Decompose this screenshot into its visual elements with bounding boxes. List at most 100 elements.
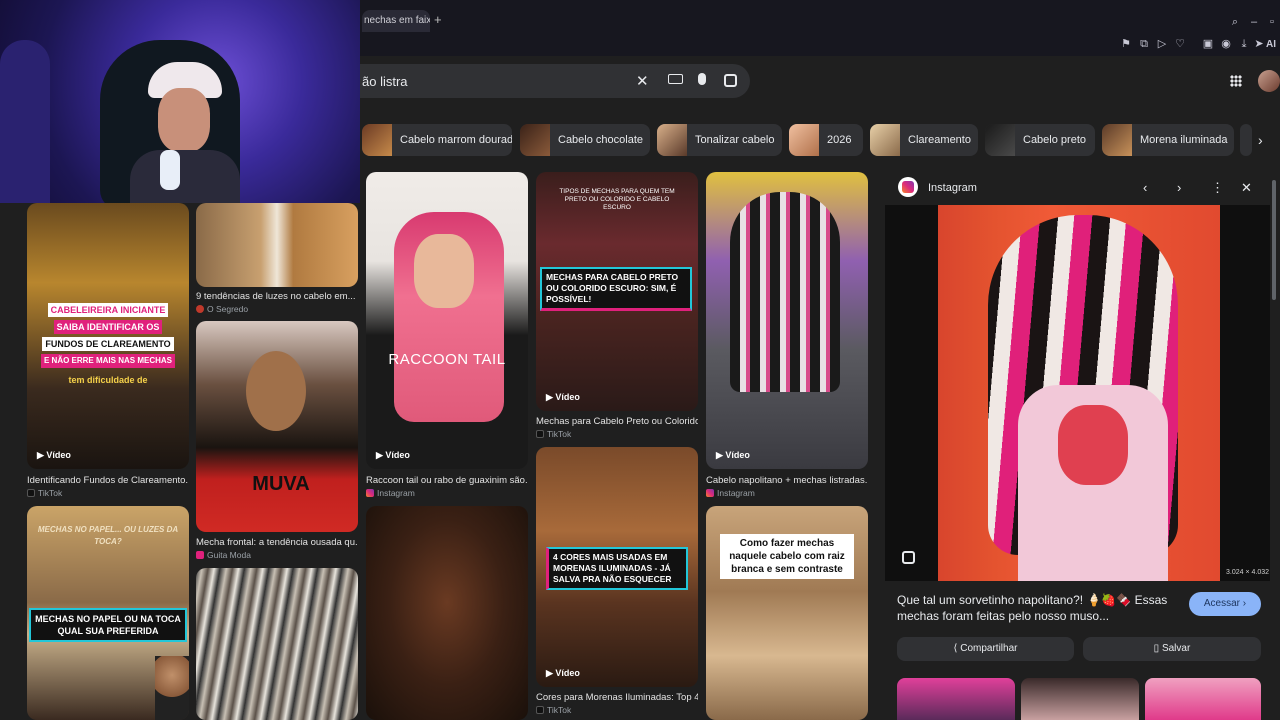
overlay-line: tem dificuldade de bbox=[68, 375, 148, 385]
result-image-cabelo-castanho[interactable] bbox=[366, 506, 528, 720]
chip-label: Morena iluminada bbox=[1140, 134, 1228, 146]
result-title[interactable]: Identificando Fundos de Clareamento... bbox=[27, 475, 189, 486]
main-image-napolitano-hair[interactable] bbox=[938, 205, 1220, 581]
heart-icon[interactable]: ♡ bbox=[1174, 38, 1186, 50]
account-avatar[interactable] bbox=[1258, 70, 1280, 92]
more-vert-icon[interactable]: ⋮ bbox=[1211, 180, 1224, 196]
result-image-raiz-branca[interactable]: Como fazer mechas naquele cabelo com rai… bbox=[706, 506, 868, 720]
related-image[interactable] bbox=[1021, 678, 1139, 720]
shirt-text: MUVA bbox=[252, 473, 310, 495]
overlay-line: RACCOON TAIL bbox=[388, 351, 506, 368]
chip-thumbnail bbox=[657, 124, 687, 156]
chip-tonalizar-cabelo[interactable]: Tonalizar cabelo bbox=[657, 124, 782, 156]
panel-scrollbar[interactable] bbox=[1272, 180, 1276, 300]
apps-grid-icon[interactable] bbox=[1230, 75, 1242, 87]
panel-source-name[interactable]: Instagram bbox=[928, 182, 977, 194]
result-title[interactable]: Raccoon tail ou rabo de guaxinim são... bbox=[366, 475, 528, 486]
result-source: O Segredo bbox=[196, 304, 248, 314]
tiktok-icon bbox=[536, 706, 544, 714]
chip-label: Clareamento bbox=[908, 134, 971, 146]
play-icon[interactable]: ▷ bbox=[1156, 38, 1168, 50]
video-badge: ▶ Vídeo bbox=[37, 450, 71, 460]
new-tab-button[interactable]: + bbox=[434, 12, 442, 27]
chip-cabelo-marrom-dourado[interactable]: Cabelo marrom dourado bbox=[362, 124, 512, 156]
result-title[interactable]: Cabelo napolitano + mechas listradas... bbox=[706, 475, 868, 486]
tiktok-icon bbox=[536, 430, 544, 438]
result-image-mecha-frontal[interactable]: MUVA bbox=[196, 321, 358, 532]
lens-icon[interactable] bbox=[724, 74, 737, 87]
chevron-right-icon[interactable]: › bbox=[1177, 180, 1181, 195]
chip-label: Cabelo preto bbox=[1023, 134, 1086, 146]
chip-2026[interactable]: 2026 bbox=[789, 124, 863, 156]
keyboard-icon[interactable] bbox=[668, 74, 683, 84]
result-image-clareamento[interactable]: CABELEIREIRA INICIANTE SAIBA IDENTIFICAR… bbox=[27, 203, 189, 469]
chip-clareamento[interactable]: Clareamento bbox=[870, 124, 978, 156]
chip-thumbnail bbox=[362, 124, 392, 156]
send-icon[interactable]: ➤ bbox=[1253, 38, 1265, 50]
download-icon[interactable]: ⤓ bbox=[1238, 38, 1250, 50]
chip-cabelo-chocolate[interactable]: Cabelo chocolate bbox=[520, 124, 650, 156]
instagram-icon bbox=[706, 489, 714, 497]
minimize-icon[interactable]: – bbox=[1248, 16, 1260, 28]
chip-thumbnail bbox=[789, 124, 819, 156]
chevron-left-icon[interactable]: ‹ bbox=[1143, 180, 1147, 195]
lens-icon[interactable] bbox=[902, 551, 915, 564]
chip-morena-iluminada[interactable]: Morena iluminada bbox=[1102, 124, 1234, 156]
visit-button[interactable]: Acessar › bbox=[1189, 592, 1261, 616]
related-image[interactable] bbox=[897, 678, 1015, 720]
result-source: TikTok bbox=[536, 429, 571, 439]
result-image-luzes-grisalho[interactable] bbox=[196, 568, 358, 720]
site-icon bbox=[196, 551, 204, 559]
result-image-raccoon-tail[interactable]: RACCOON TAIL ▶ Vídeo bbox=[366, 172, 528, 469]
chip-partial[interactable] bbox=[1240, 124, 1252, 156]
result-title[interactable]: 9 tendências de luzes no cabelo em... bbox=[196, 291, 358, 302]
clear-icon[interactable]: ✕ bbox=[636, 72, 649, 90]
overlay-line: FUNDOS DE CLAREAMENTO bbox=[42, 337, 174, 351]
close-icon[interactable]: ✕ bbox=[1241, 180, 1252, 196]
chip-label: Cabelo marrom dourado bbox=[400, 134, 512, 146]
result-source: TikTok bbox=[27, 488, 62, 498]
result-image-morenas-iluminadas[interactable]: 4 CORES MAIS USADAS EM MORENAS ILUMINADA… bbox=[536, 447, 698, 687]
search-query-text[interactable]: ão listra bbox=[362, 74, 408, 89]
video-badge: ▶ Vídeo bbox=[546, 392, 580, 402]
wallet-icon[interactable]: ▣ bbox=[1202, 38, 1214, 50]
result-source: Instagram bbox=[366, 488, 415, 498]
result-title[interactable]: Mecha frontal: a tendência ousada qu... bbox=[196, 537, 358, 548]
video-badge: ▶ Vídeo bbox=[716, 450, 750, 460]
chevron-right-icon[interactable]: › bbox=[1258, 132, 1263, 148]
mic-icon[interactable] bbox=[698, 73, 706, 85]
result-image-mechas-cabelo-preto[interactable]: TIPOS DE MECHAS PARA QUEM TEM PRETO OU C… bbox=[536, 172, 698, 411]
person-body bbox=[130, 150, 240, 203]
overlay-line: MECHAS NO PAPEL OU NA TOCA bbox=[35, 614, 181, 624]
result-title[interactable]: Cores para Morenas Iluminadas: Top 4... bbox=[536, 692, 698, 703]
image-dimensions: 3.024 × 4.032 bbox=[1226, 569, 1270, 576]
overlay-line: CABELEIREIRA INICIANTE bbox=[47, 303, 169, 317]
chip-thumbnail bbox=[985, 124, 1015, 156]
chip-label: Tonalizar cabelo bbox=[695, 134, 775, 146]
result-image-mechas-papel[interactable]: MECHAS NO PAPEL... OU LUZES DA TOCA? MEC… bbox=[27, 506, 189, 720]
overlay-line: Como fazer mechas naquele cabelo com rai… bbox=[720, 534, 854, 579]
related-image[interactable] bbox=[1145, 678, 1261, 720]
screenshot-icon[interactable]: ⧉ bbox=[1138, 38, 1150, 50]
profile-icon[interactable]: ◉ bbox=[1220, 38, 1232, 50]
overlay-text-block: MECHAS NO PAPEL OU NA TOCA QUAL SUA PREF… bbox=[29, 608, 187, 642]
overlay-line: MECHAS PARA CABELO PRETO OU COLORIDO ESC… bbox=[540, 267, 692, 311]
maximize-icon[interactable]: ▫ bbox=[1266, 16, 1278, 28]
browser-tab-active[interactable]: nechas em faixa co bbox=[362, 10, 430, 32]
webcam-overlay bbox=[0, 0, 360, 203]
person-face bbox=[158, 88, 210, 152]
chip-thumbnail bbox=[520, 124, 550, 156]
result-image-tendencias-luzes[interactable] bbox=[196, 203, 358, 287]
overlay-line: QUAL SUA PREFERIDA bbox=[57, 626, 159, 636]
result-image-cabelo-napolitano[interactable]: ▶ Vídeo bbox=[706, 172, 868, 469]
share-button[interactable]: ⟨ Compartilhar bbox=[897, 637, 1074, 661]
bookmark-icon[interactable]: ⚑ bbox=[1120, 38, 1132, 50]
chip-label: 2026 bbox=[827, 134, 852, 146]
save-button[interactable]: ▯ Salvar bbox=[1083, 637, 1261, 661]
search-tabs-icon[interactable]: ⌕ bbox=[1229, 16, 1241, 28]
ai-button[interactable]: AI bbox=[1266, 39, 1276, 50]
chip-thumbnail bbox=[1102, 124, 1132, 156]
overlay-line: MECHAS NO PAPEL... OU LUZES DA TOCA? bbox=[37, 525, 179, 546]
chip-cabelo-preto[interactable]: Cabelo preto bbox=[985, 124, 1095, 156]
result-title[interactable]: Mechas para Cabelo Preto ou Colorido... bbox=[536, 416, 698, 427]
